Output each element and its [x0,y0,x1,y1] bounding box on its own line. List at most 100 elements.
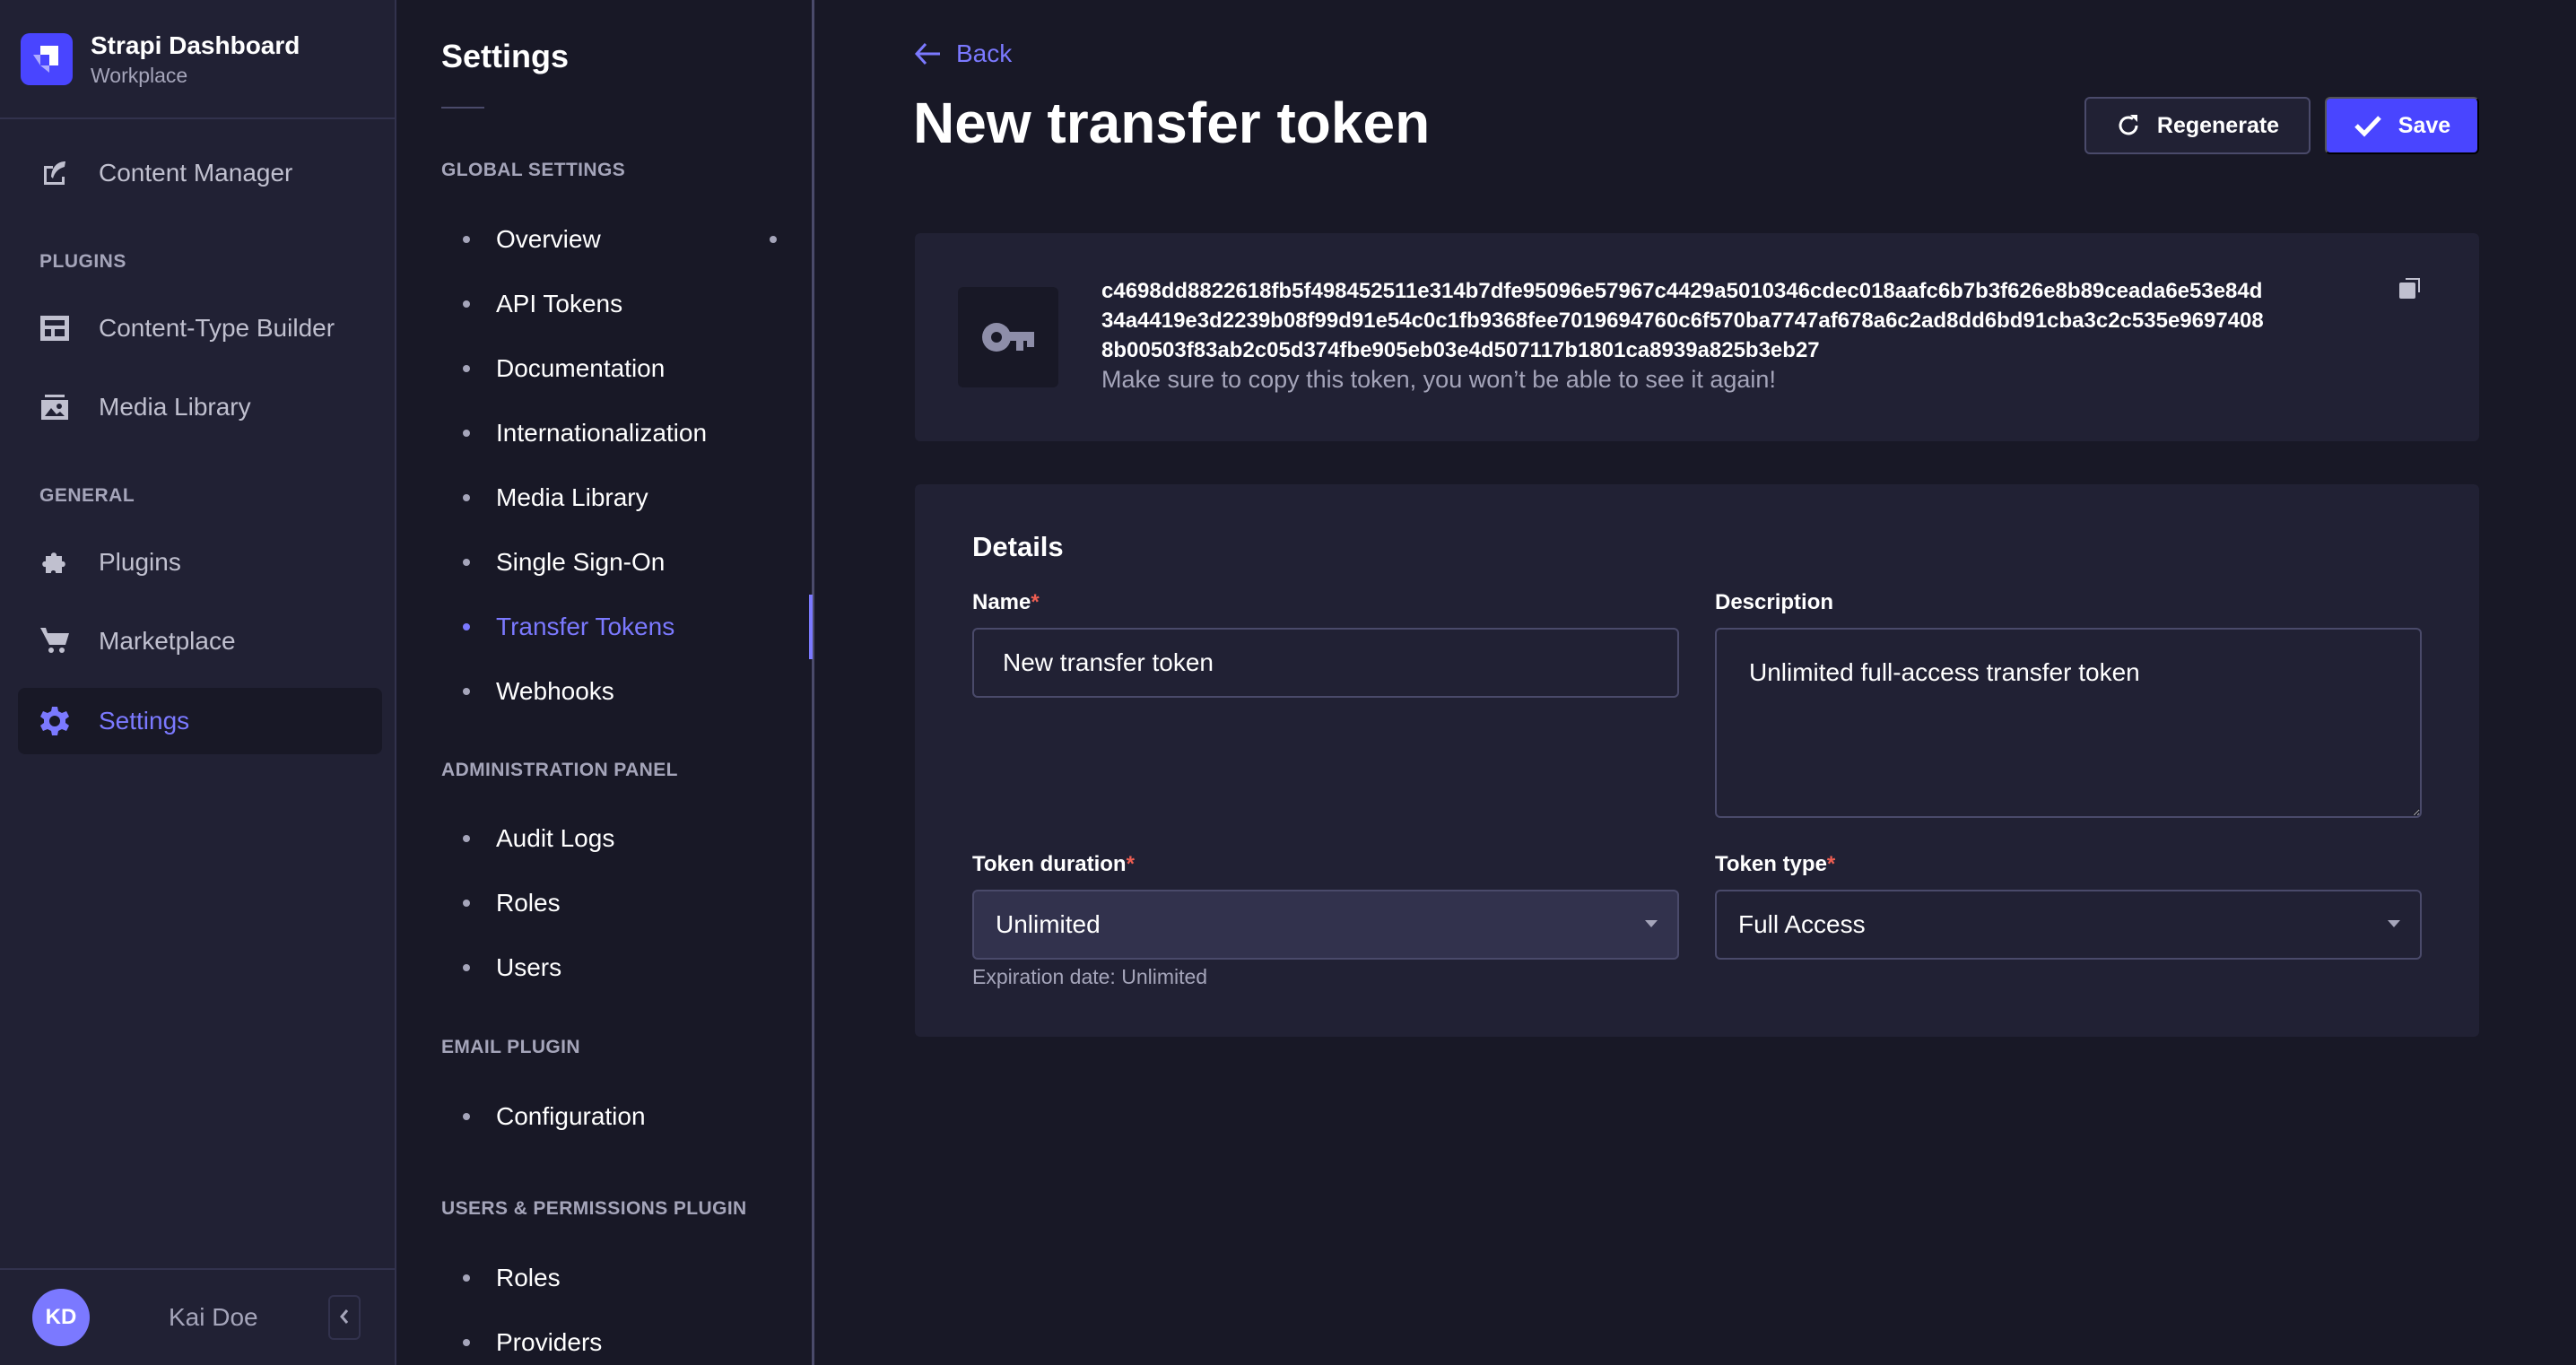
brand-title: Strapi Dashboard [91,30,300,59]
name-input[interactable] [972,628,1679,698]
notification-dot-icon [770,236,777,243]
subnav-label: Documentation [496,354,666,382]
nav-label: Plugins [99,548,181,576]
expiration-hint: Expiration date: Unlimited [972,965,1208,988]
subnav-item-transfer-tokens[interactable]: Transfer Tokens [463,604,804,649]
main-navigation: Strapi Dashboard Workplace Content Manag… [0,0,396,1365]
subnav-item-overview[interactable]: Overview [463,217,804,262]
back-label: Back [956,39,1013,67]
description-textarea[interactable]: Unlimited full-access transfer token [1715,628,2422,818]
token-line: 34a4419e3d2239b08f99d91e54c0c1fb9368fee7… [1101,309,2264,333]
subnav-label: Transfer Tokens [496,613,675,640]
required-marker: * [1031,590,1040,614]
token-line: 8b00503f83ab2c05d374fbe905eb03e4d507117b… [1101,338,1820,362]
subnav-label: Providers [496,1328,603,1356]
bullet-icon [463,1113,470,1120]
bullet-icon [463,835,470,842]
bullet-icon [463,1339,470,1346]
check-icon [2354,116,2381,137]
subnav-item-users[interactable]: Users [463,945,804,990]
page-title: New transfer token [913,91,1431,155]
subnav-item-audit-logs[interactable]: Audit Logs [463,816,804,861]
subnav-section-global-settings: GLOBAL SETTINGS [441,160,626,180]
key-icon [958,287,1058,387]
token-duration-select[interactable]: Unlimited [972,890,1679,960]
subnav-item-documentation[interactable]: Documentation [463,346,804,391]
bullet-icon [463,430,470,437]
token-type-select[interactable]: Full Access [1715,890,2422,960]
nav-item-settings[interactable]: Settings [18,688,382,754]
user-name[interactable]: Kai Doe [169,1303,258,1332]
subnav-label: API Tokens [496,290,623,317]
token-card: c4698dd8822618fb5f498452511e314b7dfe9509… [915,233,2479,441]
subnav-item-media-library[interactable]: Media Library [463,475,804,520]
strapi-logo-icon [21,32,73,85]
subnav-item-configuration[interactable]: Configuration [463,1094,804,1139]
puzzle-icon [39,547,70,578]
token-warning: Make sure to copy this token, you won’t … [1101,366,1776,393]
bullet-icon [463,1274,470,1282]
nav-item-plugins[interactable]: Plugins [18,529,382,596]
copy-button[interactable] [2398,276,2429,307]
nav-label: Content Manager [99,159,293,187]
settings-subnav: Settings GLOBAL SETTINGS Overview API To… [396,0,814,1365]
subnav-item-single-sign-on[interactable]: Single Sign-On [463,540,804,585]
description-label: Description [1715,590,1834,614]
subnav-section-users-permissions-plugin: USERS & PERMISSIONS PLUGIN [441,1198,747,1219]
nav-label: Marketplace [99,627,236,655]
subnav-item-up-roles[interactable]: Roles [463,1256,804,1300]
save-button[interactable]: Save [2325,97,2479,154]
bullet-icon [463,236,470,243]
gear-icon [39,706,70,736]
subnav-label: Roles [496,1264,561,1291]
nav-section-plugins: PLUGINS [39,251,126,272]
brand-header: Strapi Dashboard Workplace [0,0,395,119]
feather-icon [39,158,70,188]
bullet-icon [463,300,470,308]
caret-down-icon [1645,920,1658,927]
subnav-label: Overview [496,225,601,253]
avatar[interactable]: KD [32,1289,90,1346]
user-bar: KD Kai Doe [0,1268,395,1365]
divider [441,107,484,109]
save-label: Save [2398,112,2451,138]
refresh-icon [2119,115,2138,135]
subnav-label: Audit Logs [496,824,615,852]
subnav-item-webhooks[interactable]: Webhooks [463,669,804,714]
token-line: c4698dd8822618fb5f498452511e314b7dfe9509… [1101,279,2263,303]
nav-label: Media Library [99,393,251,421]
subnav-label: Internationalization [496,419,708,447]
subnav-label: Single Sign-On [496,548,666,576]
regenerate-button[interactable]: Regenerate [2084,97,2311,154]
caret-down-icon [2388,920,2400,927]
token-duration-label: Token duration* [972,852,1135,876]
subnav-item-roles[interactable]: Roles [463,881,804,926]
subnav-section-email-plugin: EMAIL PLUGIN [441,1037,580,1057]
bullet-icon [463,900,470,907]
subnav-item-internationalization[interactable]: Internationalization [463,411,804,456]
bullet-icon [463,688,470,695]
subnav-item-api-tokens[interactable]: API Tokens [463,282,804,326]
subnav-item-providers[interactable]: Providers [463,1320,804,1365]
nav-item-content-type-builder[interactable]: Content-Type Builder [18,295,382,361]
subnav-title: Settings [441,38,570,74]
subnav-section-administration-panel: ADMINISTRATION PANEL [441,760,678,780]
arrow-left-icon [914,42,940,65]
subnav-label: Configuration [496,1102,646,1130]
required-marker: * [1126,852,1135,876]
picture-icon [39,392,70,422]
details-card: Details Name* Description Unlimited full… [915,484,2479,1037]
nav-item-marketplace[interactable]: Marketplace [18,608,382,674]
nav-item-media-library[interactable]: Media Library [18,374,382,440]
nav-item-content-manager[interactable]: Content Manager [18,140,382,206]
back-link[interactable]: Back [913,39,1012,68]
nav-section-general: GENERAL [39,485,135,506]
cart-icon [39,626,70,656]
token-type-label: Token type* [1715,852,1836,876]
token-value[interactable]: c4698dd8822618fb5f498452511e314b7dfe9509… [1101,276,2375,365]
active-item-indicator [809,595,813,659]
collapse-sidebar-button[interactable] [328,1295,361,1340]
bullet-icon [463,559,470,566]
bullet-icon [463,623,470,630]
copy-icon [2399,278,2420,299]
